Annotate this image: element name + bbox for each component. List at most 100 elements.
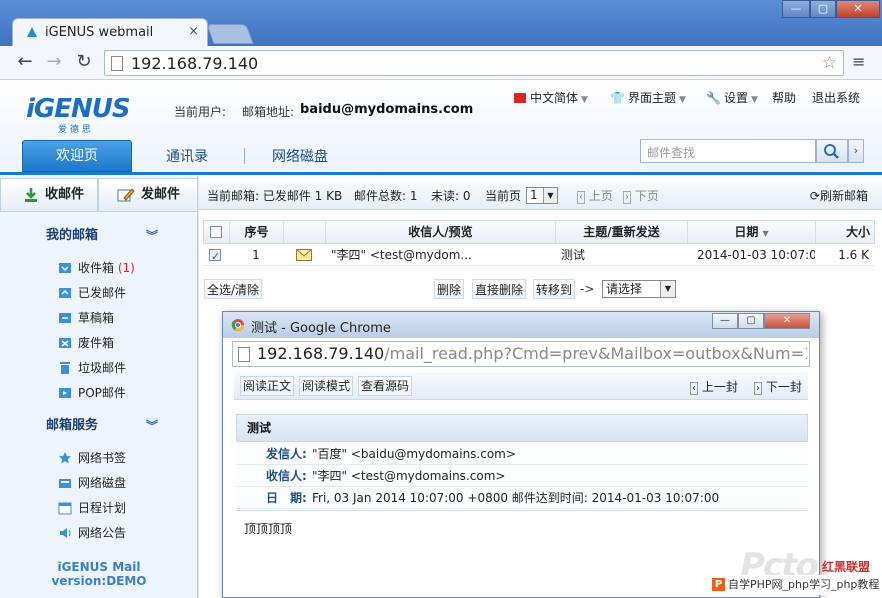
watermark-text: 自学PHP网_php学习_php教程 bbox=[728, 578, 880, 591]
next-mail-icon: › bbox=[754, 382, 762, 395]
logo-subtitle: 爱 德 思 bbox=[58, 125, 91, 135]
mail-search-input[interactable]: 邮件查找 bbox=[640, 139, 816, 163]
mail-table-header: 序号 收信人/预览 主题/重新发送 日期 ▼ 大小 bbox=[203, 220, 875, 244]
reload-icon[interactable]: ↻ bbox=[72, 51, 96, 75]
table-row[interactable]: 1 "李四" <test@mydom... 测试 2014-01-03 10:0… bbox=[203, 244, 875, 266]
tab-welcome[interactable]: 欢迎页 bbox=[22, 140, 132, 172]
star-icon bbox=[59, 452, 71, 464]
move-to-button[interactable]: 转移到 bbox=[533, 279, 576, 299]
row-recipient[interactable]: "李四" <test@mydom... bbox=[331, 244, 555, 266]
wrench-icon: 🔧 bbox=[706, 91, 721, 105]
mail-service-title: 邮箱服务 bbox=[46, 418, 99, 433]
delete-button[interactable]: 删除 bbox=[434, 279, 465, 299]
sidebar-item-pop[interactable]: POP邮件 bbox=[56, 383, 126, 403]
search-next-button[interactable]: › bbox=[848, 139, 864, 163]
download-arrow-icon bbox=[25, 188, 37, 202]
forward-arrow-icon[interactable]: → bbox=[42, 51, 66, 75]
prev-page-link[interactable]: ‹ 上页 bbox=[577, 182, 613, 212]
collapse-chevron-icon[interactable]: ︾ bbox=[146, 222, 158, 250]
watermark-bar: P 自学PHP网_php学习_php教程 bbox=[710, 575, 882, 595]
header-recipient[interactable]: 收信人/预览 bbox=[326, 221, 556, 243]
help-link[interactable]: 帮助 bbox=[772, 89, 796, 106]
inbox-label: 收件箱 bbox=[78, 261, 115, 275]
target-folder-select[interactable]: 请选择 ▼ bbox=[602, 280, 676, 298]
receive-mail-button[interactable]: 收邮件 bbox=[0, 178, 98, 212]
search-icon bbox=[824, 144, 839, 159]
collapse-chevron-icon[interactable]: ︾ bbox=[146, 412, 158, 440]
view-source-button[interactable]: 查看源码 bbox=[358, 376, 413, 396]
previous-mail-label: 上一封 bbox=[701, 380, 738, 394]
prev-page-label: 上页 bbox=[588, 189, 613, 203]
popup-address-bar[interactable]: 192.168.79.140/mail_read.php?Cmd=prev&Ma… bbox=[232, 341, 810, 367]
sidebar-item-bookmarks[interactable]: 网络书签 bbox=[56, 448, 126, 468]
prev-page-icon: ‹ bbox=[577, 191, 585, 204]
chrome-menu-icon[interactable]: ≡ bbox=[852, 54, 870, 70]
sidebar-item-trash[interactable]: 废件箱 bbox=[56, 333, 114, 353]
mail-body-text: 顶顶顶顶 bbox=[244, 522, 293, 536]
caret-down-icon: ▼ bbox=[678, 95, 686, 105]
next-mail-link[interactable]: › 下一封 bbox=[754, 378, 802, 395]
browser-tab-igenus[interactable]: iGENUS webmail × bbox=[12, 18, 208, 46]
window-close-button[interactable]: ✕ bbox=[836, 0, 880, 18]
close-tab-icon[interactable]: × bbox=[188, 24, 199, 39]
read-body-button[interactable]: 阅读正文 bbox=[240, 376, 295, 396]
popup-url-path: /mail_read.php?Cmd=prev&Mailbox=outbox&N… bbox=[384, 344, 807, 363]
settings-menu[interactable]: 🔧 设置 ▼ bbox=[706, 89, 758, 106]
date-value: Fri, 03 Jan 2014 10:07:00 +0800 邮件达到时间: … bbox=[312, 491, 720, 505]
refresh-mailbox-link[interactable]: ⟳刷新邮箱 bbox=[810, 182, 868, 210]
sidebar-item-announcements[interactable]: 网络公告 bbox=[56, 523, 126, 543]
header-seq[interactable]: 序号 bbox=[230, 221, 284, 243]
sidebar-item-spam[interactable]: 垃圾邮件 bbox=[56, 358, 126, 378]
row-checkbox-cell[interactable] bbox=[203, 244, 229, 266]
previous-mail-link[interactable]: ‹ 上一封 bbox=[690, 378, 738, 395]
permanent-delete-button[interactable]: 直接删除 bbox=[472, 279, 527, 299]
sent-label: 已发邮件 bbox=[78, 286, 127, 300]
sidebar-item-netdisk[interactable]: 网络磁盘 bbox=[56, 473, 126, 493]
caret-down-icon: ▼ bbox=[581, 95, 588, 105]
popup-url-host: 192.168.79.140 bbox=[257, 344, 385, 363]
new-tab-button[interactable] bbox=[206, 24, 254, 44]
mail-to-row: 收信人: "李四" <test@mydomains.com> bbox=[236, 466, 808, 487]
mailbox-status-bar: 当前邮箱: 已发邮件 1 KB 邮件总数: 1 未读: 0 当前页 1 ▼ ‹ 上… bbox=[199, 182, 882, 210]
popup-minimize-button[interactable]: — bbox=[712, 313, 738, 329]
logout-link[interactable]: 退出系统 bbox=[812, 89, 860, 106]
select-all-checkbox-cell[interactable] bbox=[204, 221, 230, 243]
compose-mail-button[interactable]: 发邮件 bbox=[98, 178, 198, 212]
select-all-clear-button[interactable]: 全选/清除 bbox=[204, 279, 263, 299]
search-button[interactable] bbox=[816, 139, 848, 163]
tab-network-disk[interactable]: 网络磁盘 bbox=[272, 146, 328, 166]
mail-subject: 测试 bbox=[236, 414, 808, 442]
address-url[interactable]: 192.168.79.140 bbox=[131, 54, 258, 73]
pop-folder-icon bbox=[59, 388, 71, 398]
sidebar-item-calendar[interactable]: 日程计划 bbox=[56, 498, 126, 518]
language-menu[interactable]: 中文简体 ▼ bbox=[514, 89, 588, 106]
popup-close-button[interactable]: ✕ bbox=[764, 313, 810, 329]
page-select[interactable]: 1 ▼ bbox=[526, 187, 558, 204]
row-subject[interactable]: 测试 bbox=[561, 244, 687, 266]
header-date[interactable]: 日期 ▼ bbox=[688, 221, 816, 243]
popup-url[interactable]: 192.168.79.140/mail_read.php?Cmd=prev&Ma… bbox=[257, 344, 807, 363]
mail-service-section-header[interactable]: 邮箱服务 ︾ bbox=[0, 412, 198, 440]
next-page-link[interactable]: › 下页 bbox=[623, 182, 659, 212]
popup-maximize-button[interactable]: ▢ bbox=[738, 313, 764, 329]
my-mailbox-section-header[interactable]: 我的邮箱 ︾ bbox=[0, 222, 198, 250]
bookmark-star-icon[interactable]: ☆ bbox=[822, 53, 837, 73]
theme-menu[interactable]: 👕 界面主题 ▼ bbox=[610, 89, 686, 106]
window-maximize-button[interactable]: ▢ bbox=[810, 0, 836, 18]
bookmarks-label: 网络书签 bbox=[78, 451, 127, 465]
header-size[interactable]: 大小 bbox=[816, 221, 876, 243]
window-minimize-button[interactable]: — bbox=[782, 0, 810, 18]
row-checkbox[interactable] bbox=[209, 246, 221, 266]
read-mode-button[interactable]: 阅读模式 bbox=[299, 376, 354, 396]
next-page-icon: › bbox=[623, 191, 631, 204]
select-all-checkbox[interactable] bbox=[210, 226, 222, 238]
back-arrow-icon[interactable]: ← bbox=[12, 51, 38, 75]
sidebar-item-inbox[interactable]: 收件箱 (1) bbox=[56, 258, 135, 278]
next-page-label: 下页 bbox=[634, 189, 659, 203]
header-subject[interactable]: 主题/重新发送 bbox=[556, 221, 688, 243]
sidebar-item-sent[interactable]: 已发邮件 bbox=[56, 283, 126, 303]
tab-contacts[interactable]: 通讯录 bbox=[166, 146, 208, 166]
dropdown-arrow-icon: ▼ bbox=[543, 188, 557, 203]
sidebar-item-drafts[interactable]: 草稿箱 bbox=[56, 308, 114, 328]
address-bar[interactable]: 192.168.79.140 ☆ bbox=[104, 50, 844, 76]
